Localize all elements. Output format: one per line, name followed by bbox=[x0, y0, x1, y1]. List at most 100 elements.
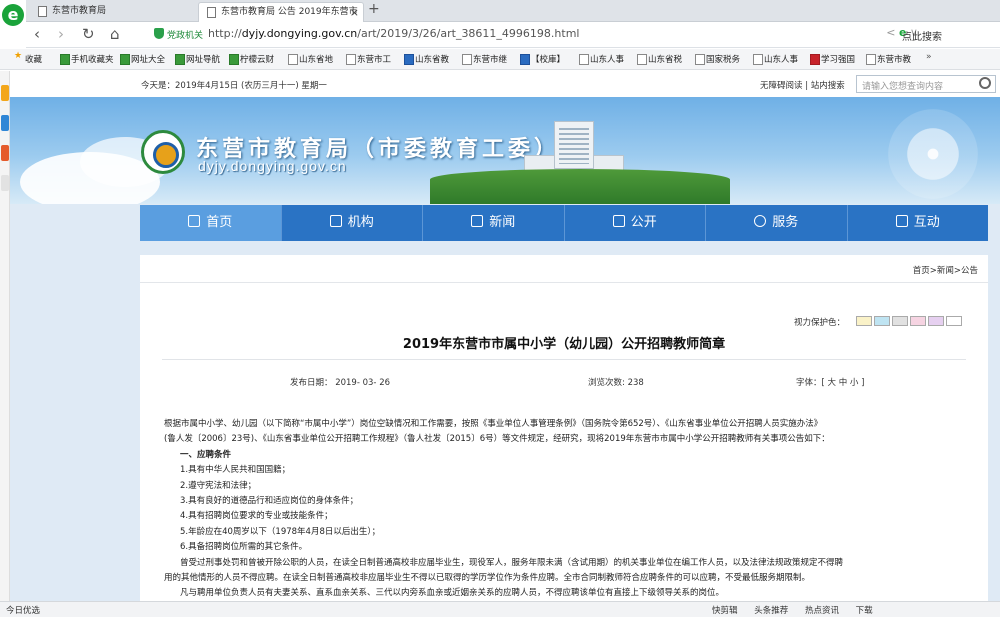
publish-date: 发布日期： 2019- 03- 26 bbox=[290, 378, 391, 388]
eye-care-swatch[interactable] bbox=[856, 316, 872, 326]
page-icon bbox=[38, 6, 47, 17]
nav-label: 互动 bbox=[913, 215, 940, 230]
bookmark-item[interactable]: 手机收藏夹 bbox=[60, 53, 114, 65]
paragraph: (鲁人发〔2006〕23号)、《山东省事业单位公开招聘工作规程》（鲁人社发〔20… bbox=[164, 434, 830, 445]
sidebar-app-icon[interactable] bbox=[1, 115, 9, 131]
lawn-decoration bbox=[430, 169, 730, 204]
back-icon[interactable]: ‹ bbox=[34, 25, 40, 43]
nav-news[interactable]: 新闻 bbox=[423, 205, 565, 241]
home-icon bbox=[188, 215, 201, 227]
nav-service[interactable]: 服务 bbox=[706, 205, 848, 241]
status-tools: 快剪辑 头条推荐 热点资讯 下载 bbox=[712, 604, 887, 616]
bookmark-item[interactable]: 学习强国 bbox=[810, 53, 855, 65]
tab-edu-bureau-home[interactable]: 东营市教育局 bbox=[30, 2, 196, 22]
breadcrumb[interactable]: 首页>新闻>公告 bbox=[913, 264, 978, 276]
lock-icon bbox=[612, 215, 625, 227]
eye-care-swatch[interactable] bbox=[928, 316, 944, 326]
bookmark-item[interactable]: 山东人事 bbox=[753, 53, 798, 65]
page-viewport: 今天是：2019年4月15日 (农历三月十一) 星期一 无障碍阅读 | 站内搜索… bbox=[0, 71, 1000, 601]
bookmark-item[interactable]: 山东省地 bbox=[288, 53, 333, 65]
bookmark-item[interactable]: 山东人事 bbox=[579, 53, 624, 65]
browser-logo[interactable]: e bbox=[0, 0, 26, 40]
search-placeholder: 请输入您想查询内容 bbox=[862, 82, 944, 92]
dandelion-decoration bbox=[888, 109, 978, 199]
security-badge[interactable]: 党政机关 bbox=[154, 28, 203, 41]
bookmark-item[interactable]: 网址大全 bbox=[120, 53, 165, 65]
bookmark-item[interactable]: 网址导航 bbox=[175, 53, 220, 65]
browser-search-box[interactable]: 点此搜索 bbox=[902, 28, 942, 43]
article-panel: 首页>新闻>公告 视力保护色： 2019年东营市市属中小学（幼儿园）公开招聘教师… bbox=[140, 255, 988, 601]
list-item: 2.遵守宪法和法律； bbox=[180, 480, 257, 491]
tab-title: 东营市教育局 公告 2019年东营市 bbox=[221, 7, 358, 17]
url-prefix: http:// bbox=[208, 27, 242, 40]
site-search-input[interactable]: 请输入您想查询内容 bbox=[856, 75, 996, 93]
interaction-icon bbox=[895, 215, 908, 227]
list-item: 1.具有中华人民共和国国籍； bbox=[180, 465, 291, 476]
eye-care-swatch[interactable] bbox=[874, 316, 890, 326]
paragraph: 凡与聘用单位负责人员有夫妻关系、直系血亲关系、三代以内旁系血亲或近姻亲关系的应聘… bbox=[180, 588, 725, 599]
eye-care-swatch[interactable] bbox=[892, 316, 908, 326]
nav-home[interactable]: 首页 bbox=[140, 205, 282, 241]
headline-button[interactable]: 头条推荐 bbox=[754, 606, 788, 616]
daily-picks[interactable]: 今日优选 bbox=[6, 604, 40, 616]
bookmark-bar: 收藏 手机收藏夹 网址大全 网址导航 柠檬云财 山东省地 东营市工 山东省教 东… bbox=[0, 49, 1000, 70]
download-button[interactable]: 下载 bbox=[856, 606, 873, 616]
news-icon bbox=[471, 215, 484, 227]
bookmark-item[interactable]: 山东省税 bbox=[637, 53, 682, 65]
bookmark-item[interactable]: 国家税务 bbox=[695, 53, 740, 65]
eye-care-label: 视力保护色： bbox=[794, 318, 846, 328]
nav-label: 新闻 bbox=[489, 215, 516, 230]
eye-care-swatch[interactable] bbox=[946, 316, 962, 326]
bookmark-item[interactable]: 山东省教 bbox=[404, 53, 449, 65]
shield-icon bbox=[154, 28, 164, 39]
nav-public[interactable]: 公开 bbox=[565, 205, 706, 241]
browser-status-bar: 今日优选 快剪辑 头条推荐 热点资讯 下载 bbox=[0, 601, 1000, 617]
bookmark-item[interactable]: 东营市工 bbox=[346, 53, 391, 65]
font-size-selector[interactable]: 字体：[ 大 中 小 ] bbox=[796, 376, 864, 388]
list-item: 4.具有招聘岗位要求的专业或技能条件； bbox=[180, 511, 333, 522]
nav-organization[interactable]: 机构 bbox=[282, 205, 423, 241]
list-item: 6.具备招聘岗位所需的其它条件。 bbox=[180, 542, 308, 553]
reload-icon[interactable]: ↻ bbox=[82, 25, 95, 43]
nav-label: 公开 bbox=[630, 215, 657, 230]
quick-edit-button[interactable]: 快剪辑 bbox=[712, 606, 738, 616]
new-tab-button[interactable]: + bbox=[368, 1, 380, 17]
nav-label: 机构 bbox=[347, 215, 374, 230]
accessibility-search-links[interactable]: 无障碍阅读 | 站内搜索 bbox=[760, 79, 845, 91]
tab-title: 东营市教育局 bbox=[52, 6, 107, 16]
government-building-image bbox=[554, 121, 594, 169]
bookmark-favorites[interactable]: 收藏 bbox=[14, 51, 42, 65]
site-banner: 东营市教育局（市委教育工委） dyjy.dongying.gov.cn bbox=[10, 97, 1000, 204]
paragraph: 用的其他情形的人员不得应聘。在读全日制普通高校非应届毕业生不得以已取得的学历学位… bbox=[164, 573, 811, 584]
list-item: 3.具有良好的道德品行和适应岗位的身体条件； bbox=[180, 496, 359, 507]
bookmark-item[interactable]: 柠檬云财 bbox=[229, 53, 274, 65]
article-body: 根据市属中小学、幼儿园（以下简称“市属中小学”）岗位空缺情况和工作需要，按照《事… bbox=[164, 417, 964, 601]
browser-tab-bar: 东营市教育局 东营市教育局 公告 2019年东营市 × + bbox=[0, 0, 1000, 22]
forward-icon[interactable]: › bbox=[58, 25, 64, 43]
sidebar-app-icon[interactable] bbox=[1, 175, 9, 191]
divider bbox=[140, 282, 988, 283]
today-date: 今天是：2019年4月15日 (农历三月十一) 星期一 bbox=[141, 81, 327, 91]
bookmark-item[interactable]: 东营市教 bbox=[866, 53, 911, 65]
sidebar-app-icon[interactable] bbox=[1, 145, 9, 161]
home-icon[interactable]: ⌂ bbox=[110, 25, 120, 43]
sidebar-app-icon[interactable] bbox=[1, 85, 9, 101]
close-tab-icon[interactable]: × bbox=[350, 3, 359, 22]
list-item: 5.年龄应在40周岁以下（1978年4月8日以后出生）； bbox=[180, 526, 381, 537]
bookmark-item[interactable]: 东营市继 bbox=[462, 53, 507, 65]
hot-news-button[interactable]: 热点资讯 bbox=[805, 606, 839, 616]
heart-icon bbox=[754, 215, 767, 227]
nav-label: 服务 bbox=[772, 215, 799, 230]
url-field[interactable]: http://dyjy.dongying.gov.cn/art/2019/3/2… bbox=[208, 27, 579, 40]
tab-announcement[interactable]: 东营市教育局 公告 2019年东营市 × bbox=[198, 2, 364, 22]
main-navigation: 首页 机构 新闻 公开 服务 互动 bbox=[140, 205, 988, 241]
nav-interaction[interactable]: 互动 bbox=[848, 205, 989, 241]
article-title: 2019年东营市市属中小学（幼儿园）公开招聘教师简章 bbox=[402, 337, 726, 352]
page-icon bbox=[207, 7, 216, 18]
eye-care-swatch[interactable] bbox=[910, 316, 926, 326]
site-top-info-bar: 今天是：2019年4月15日 (农历三月十一) 星期一 无障碍阅读 | 站内搜索… bbox=[10, 71, 1000, 97]
bookmark-item[interactable]: 【校庫】 bbox=[520, 53, 565, 65]
more-bookmarks-icon[interactable]: » bbox=[926, 52, 932, 62]
search-icon[interactable] bbox=[979, 77, 991, 89]
url-path: /art/2019/3/26/art_38611_4996198.html bbox=[357, 27, 580, 40]
